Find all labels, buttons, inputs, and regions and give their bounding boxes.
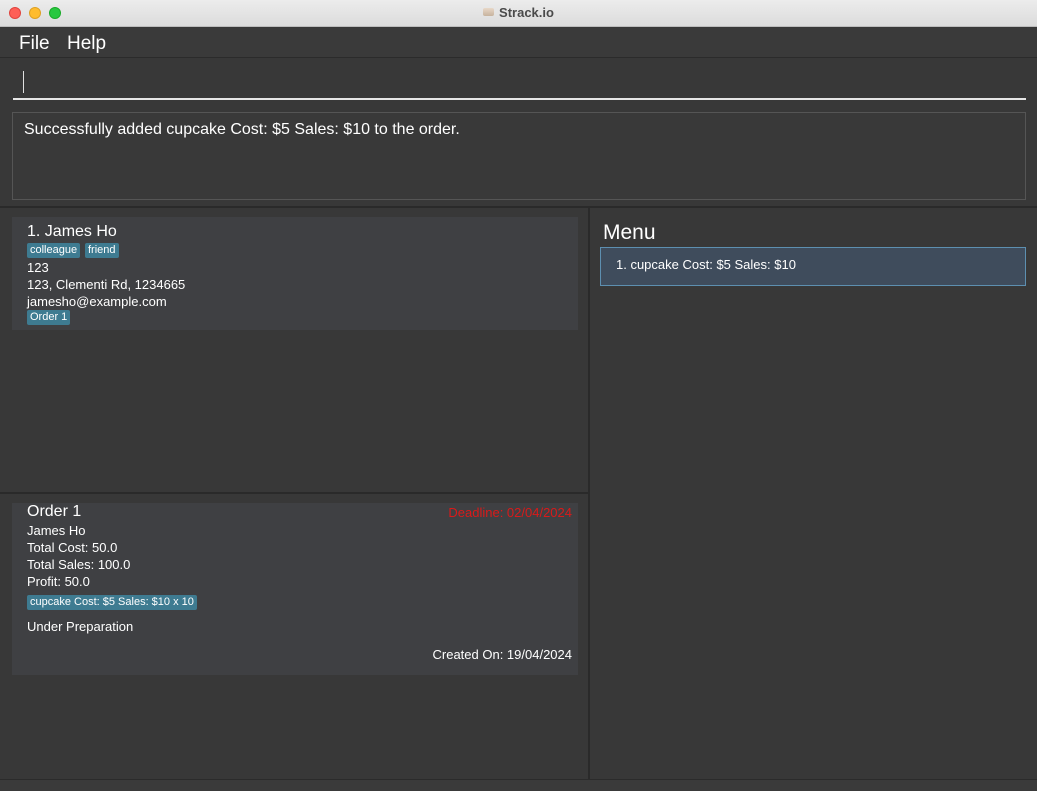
order-customer: James Ho [27, 523, 86, 538]
app-icon [483, 8, 495, 16]
window-title-text: Strack.io [499, 5, 554, 20]
command-input[interactable] [13, 66, 1026, 100]
order-deadline: Deadline: 02/04/2024 [448, 505, 572, 520]
order-total-cost: Total Cost: 50.0 [27, 540, 118, 555]
window-titlebar: Strack.io [0, 0, 1037, 27]
text-caret [23, 71, 24, 93]
menu-help[interactable]: Help [67, 33, 106, 55]
person-tag: colleague [27, 243, 81, 258]
result-message: Successfully added cupcake Cost: $5 Sale… [24, 121, 460, 138]
order-title: Order 1 [27, 503, 82, 520]
person-card[interactable]: 1. James Ho colleague friend 123 123, Cl… [12, 217, 578, 330]
person-tag: friend [85, 243, 119, 258]
order-status: Under Preparation [27, 619, 134, 634]
menu-list-item[interactable]: 1. cupcake Cost: $5 Sales: $10 [600, 247, 1026, 286]
person-phone: 123 [27, 260, 49, 275]
order-profit: Profit: 50.0 [27, 574, 90, 589]
order-card[interactable]: Order 1 Deadline: 02/04/2024 James Ho To… [12, 503, 578, 675]
status-bar [0, 779, 1037, 791]
result-display: Successfully added cupcake Cost: $5 Sale… [12, 112, 1026, 200]
window-title: Strack.io [0, 5, 1037, 20]
menu-file[interactable]: File [19, 33, 50, 55]
menu-panel-title: Menu [603, 221, 656, 244]
person-order-tag: Order 1 [27, 310, 71, 325]
split-divider-vertical[interactable] [588, 208, 590, 779]
person-name: 1. James Ho [27, 223, 117, 240]
person-email: jamesho@example.com [27, 294, 167, 309]
menu-item-label: 1. cupcake Cost: $5 Sales: $10 [616, 257, 796, 272]
menu-bar: File Help [0, 28, 1037, 58]
order-total-sales: Total Sales: 100.0 [27, 557, 131, 572]
order-created-date: Created On: 19/04/2024 [432, 647, 573, 662]
order-product-tag: cupcake Cost: $5 Sales: $10 x 10 [27, 595, 197, 610]
split-divider-horizontal[interactable] [0, 206, 1037, 208]
person-address: 123, Clementi Rd, 1234665 [27, 277, 186, 292]
split-divider-left[interactable] [0, 492, 588, 494]
